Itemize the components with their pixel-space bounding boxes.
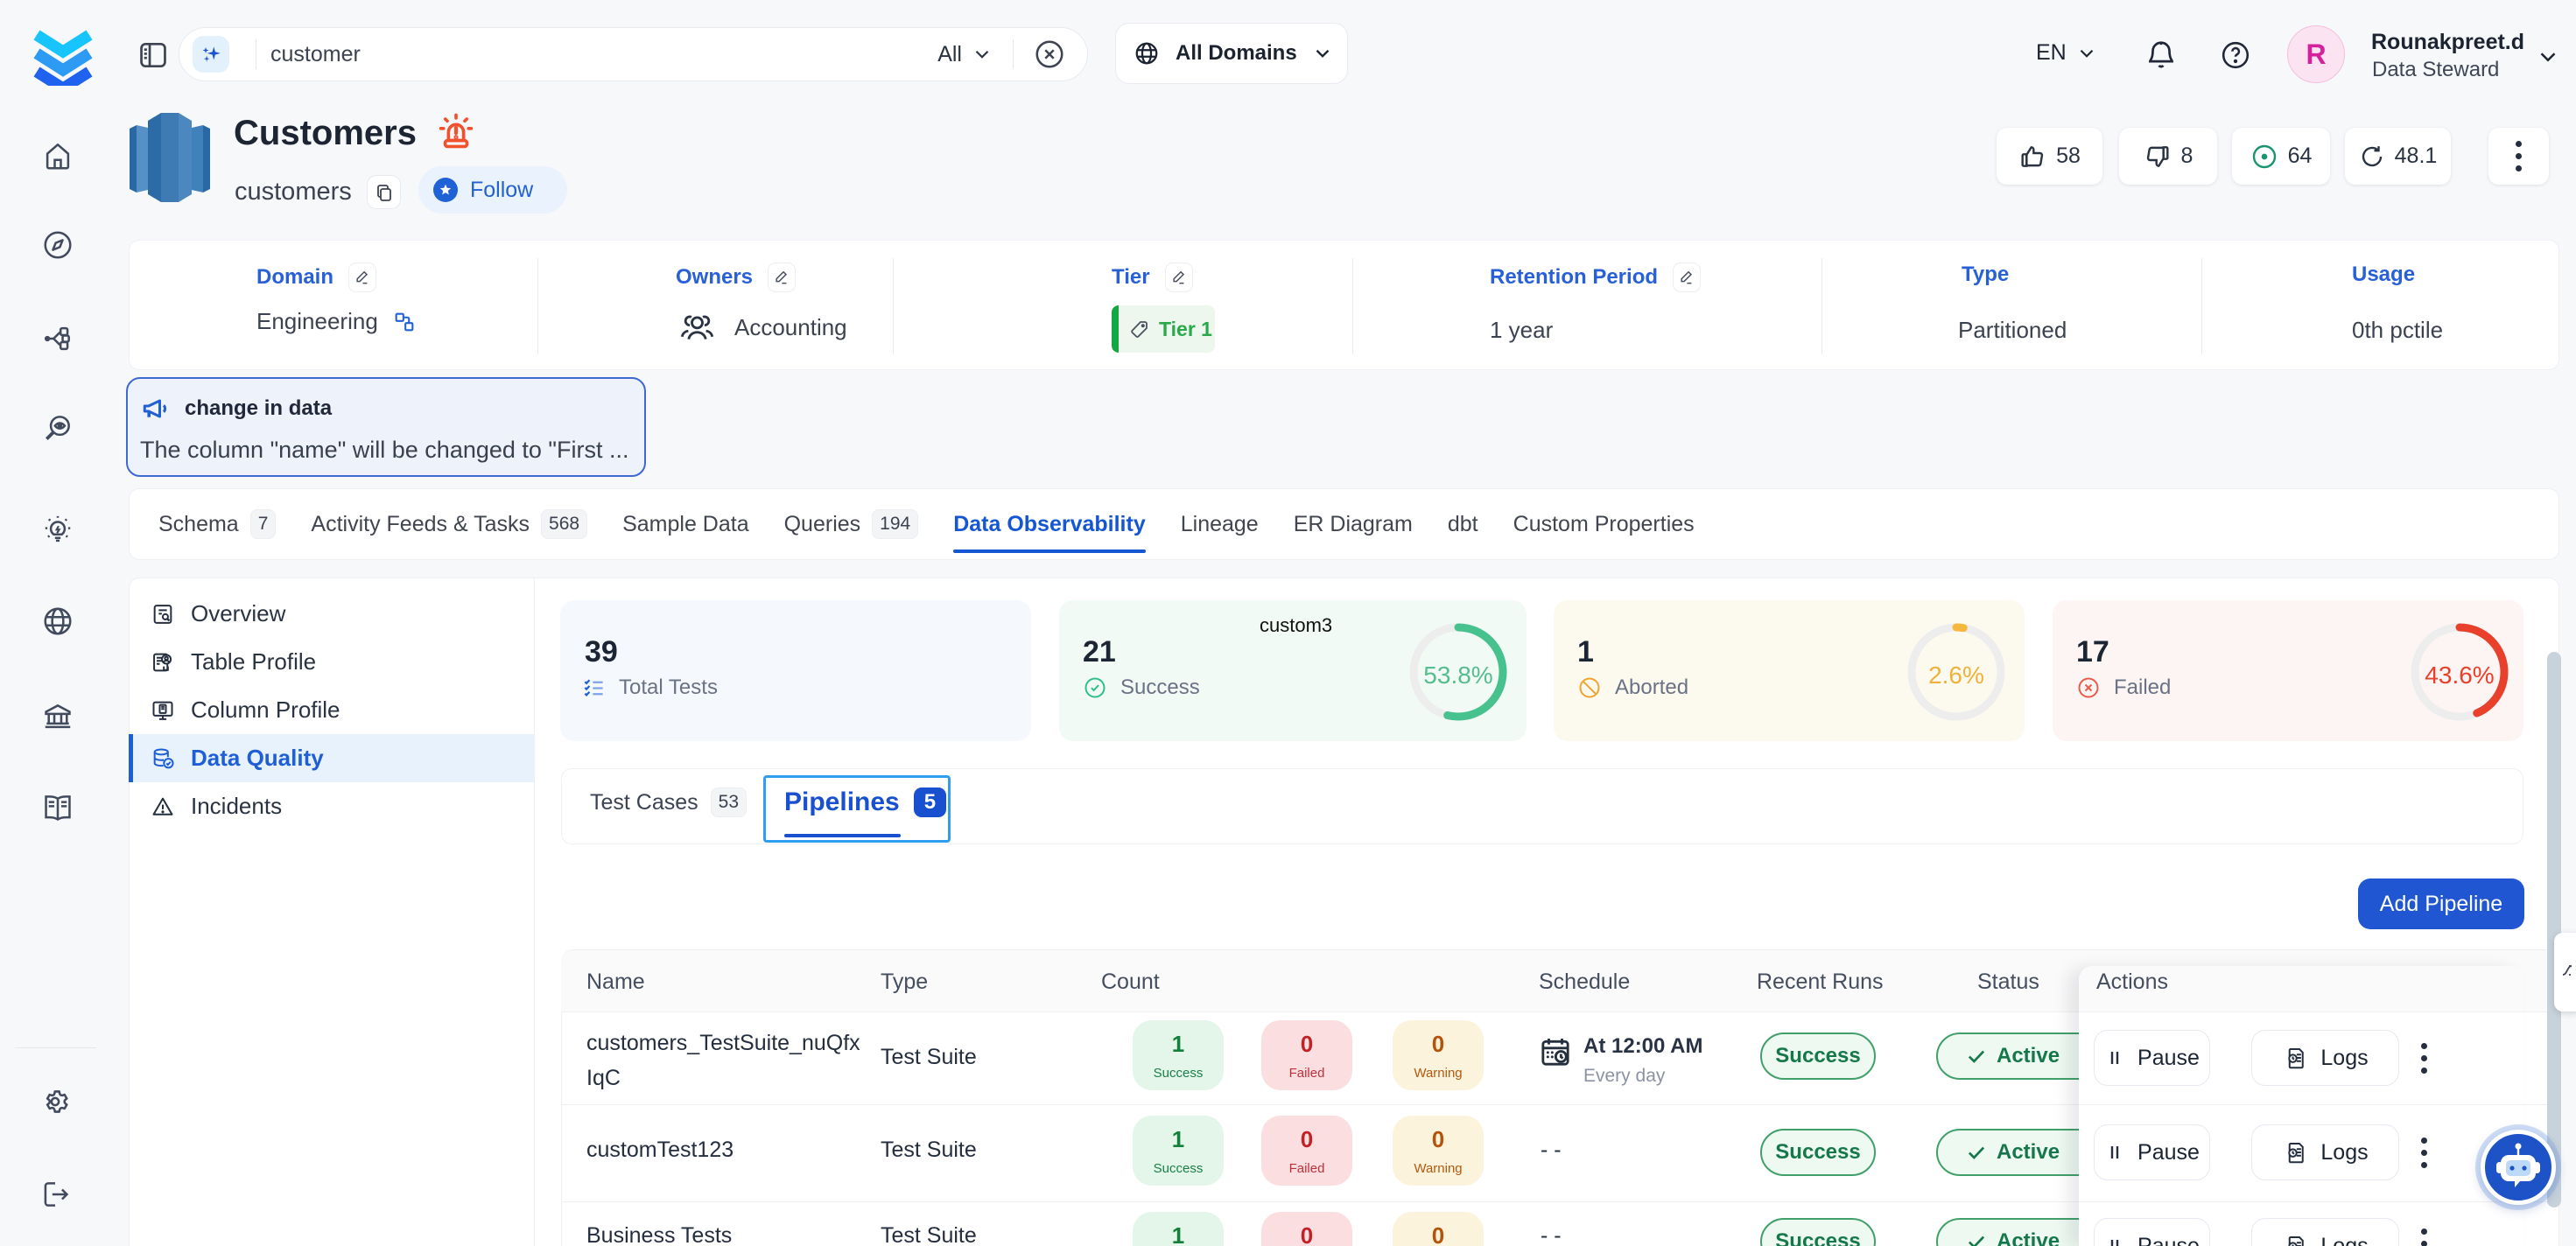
svg-text:43.6%: 43.6% <box>2425 662 2494 689</box>
svg-text:53.8%: 53.8% <box>1423 662 1492 689</box>
svg-text:2.6%: 2.6% <box>1928 662 1984 689</box>
